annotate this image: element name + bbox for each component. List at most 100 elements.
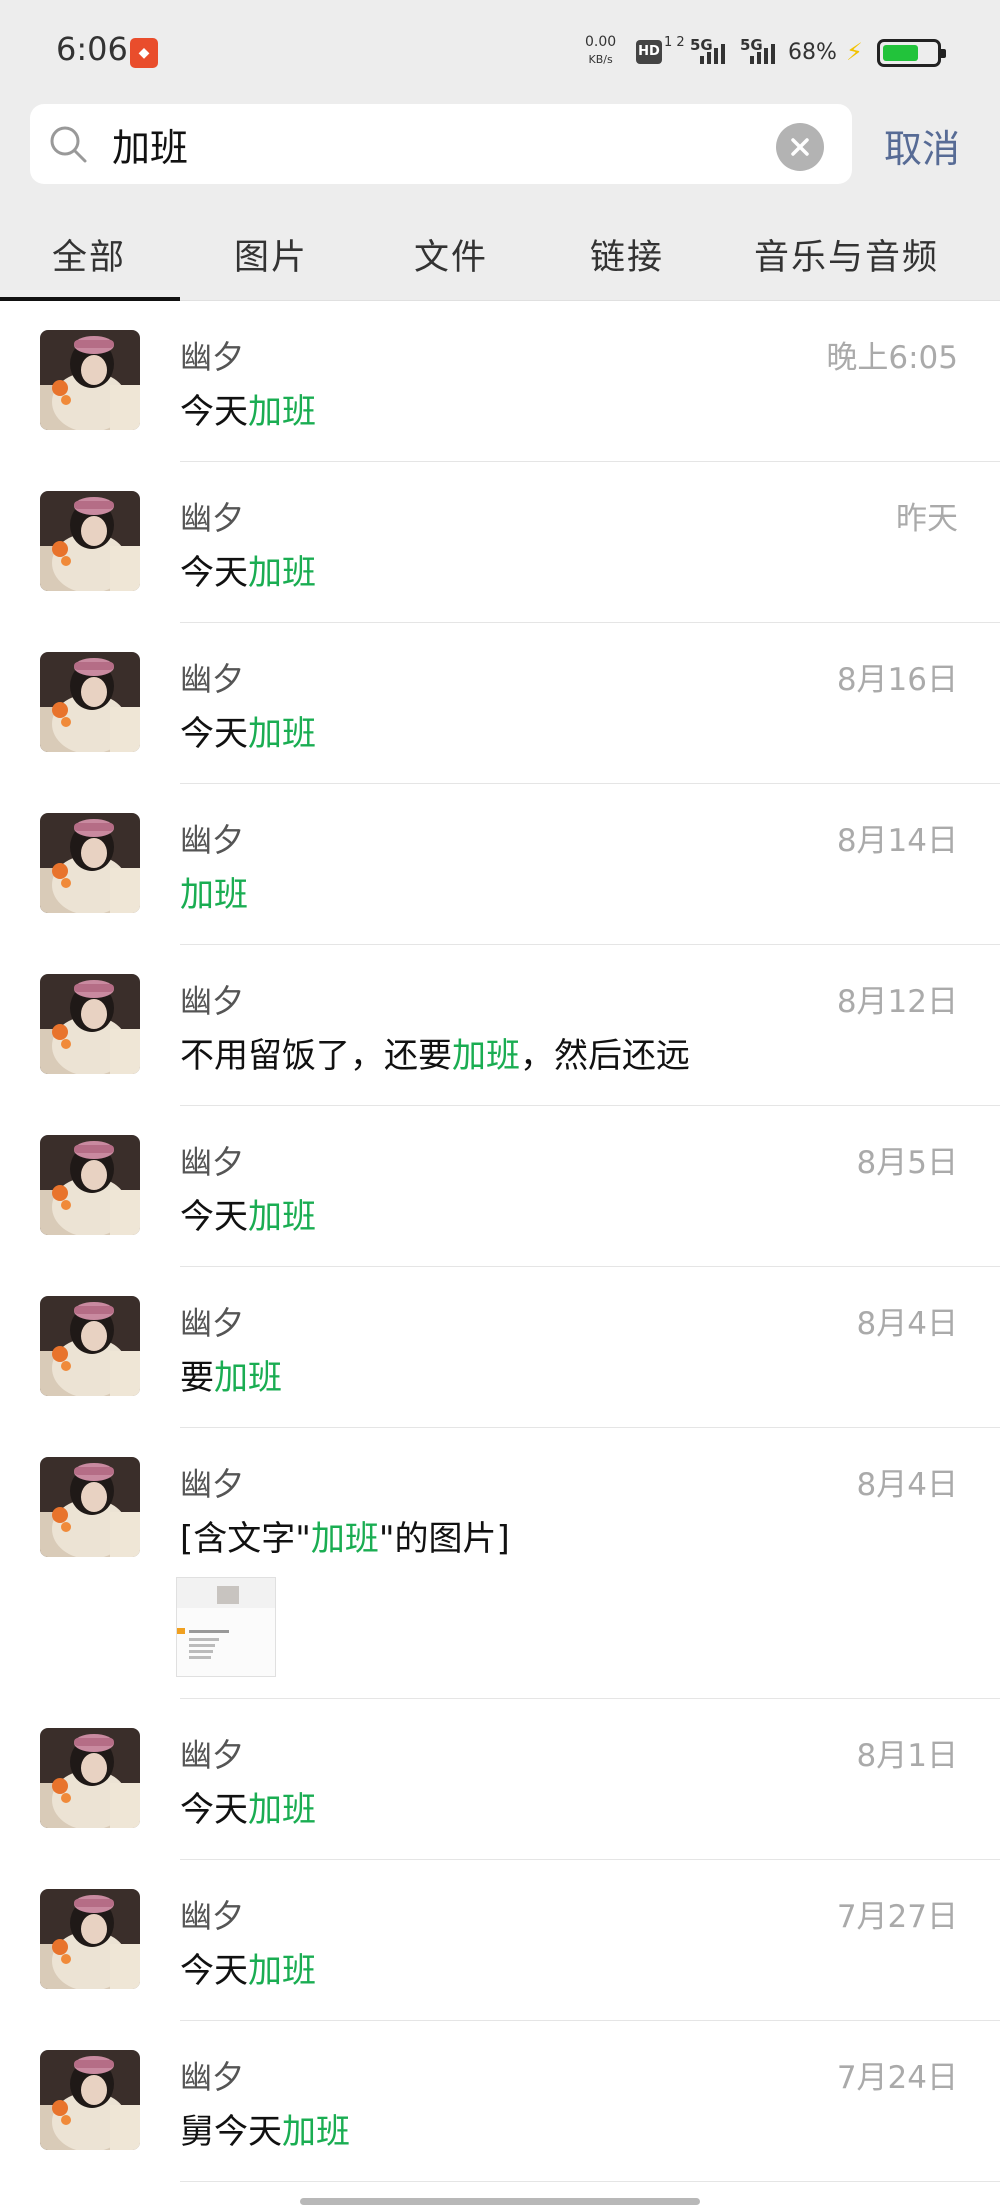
app-notification-icon: ◆ (130, 38, 158, 68)
snippet-text-before: 今天 (180, 553, 248, 593)
message-snippet: 今天加班 (180, 1189, 316, 1238)
tab-all[interactable]: 全部 (52, 229, 126, 280)
message-snippet: 今天加班 (180, 384, 316, 433)
avatar[interactable] (40, 813, 140, 913)
snippet-text-after: "的图片] (378, 1519, 510, 1559)
avatar[interactable] (40, 330, 140, 430)
signal-sim2-icon: 5G (740, 36, 790, 68)
result-row[interactable]: 幽夕 8月4日 [含文字"加班"的图片] (0, 1428, 1000, 1699)
snippet-text-before: 今天 (180, 714, 248, 754)
snippet-keyword-highlight: 加班 (248, 714, 316, 754)
row-divider (180, 2181, 1000, 2182)
network-speed-value: 0.00 (585, 34, 617, 50)
battery-level-fill (883, 45, 918, 61)
avatar[interactable] (40, 2050, 140, 2150)
cancel-button[interactable]: 取消 (884, 118, 960, 173)
message-snippet: 今天加班 (180, 545, 316, 594)
sender-name: 幽夕 (180, 821, 245, 859)
message-date: 7月27日 (836, 1899, 958, 1935)
message-snippet: 今天加班 (180, 1782, 316, 1831)
snippet-text-before: 要 (180, 1358, 214, 1398)
avatar[interactable] (40, 1728, 140, 1828)
result-row[interactable]: 幽夕 8月12日不用留饭了，还要加班，然后还远 (0, 945, 1000, 1106)
result-row[interactable]: 幽夕 晚上6:05 今天加班 (0, 301, 1000, 462)
close-icon (791, 138, 809, 156)
tab-music-audio[interactable]: 音乐与音频 (754, 229, 939, 280)
home-indicator[interactable] (300, 2198, 700, 2205)
result-row[interactable]: 幽夕 8月4日要加班 (0, 1267, 1000, 1428)
snippet-keyword-highlight: 加班 (180, 875, 248, 915)
avatar[interactable] (40, 1457, 140, 1557)
snippet-keyword-highlight: 加班 (248, 392, 316, 432)
search-bar-area: 取消 (0, 98, 1000, 203)
hd-voice-icon: HD (636, 40, 662, 64)
sender-name: 幽夕 (180, 1897, 245, 1935)
message-snippet: 不用留饭了，还要加班，然后还远 (180, 1028, 690, 1077)
snippet-text-before: 今天 (180, 392, 248, 432)
sender-name: 幽夕 (180, 982, 245, 1020)
snippet-text-before: 舅今天 (180, 2112, 282, 2152)
sender-name: 幽夕 (180, 338, 245, 376)
avatar[interactable] (40, 1296, 140, 1396)
search-input[interactable] (112, 118, 772, 170)
avatar[interactable] (40, 974, 140, 1074)
message-snippet: 今天加班 (180, 706, 316, 755)
message-date: 8月16日 (836, 662, 958, 698)
hd-sim-indicator: 1 2 (664, 35, 685, 50)
clear-search-button[interactable] (776, 123, 824, 171)
search-results-list: 幽夕晚上6:05今天加班 幽夕昨天今天加班 幽夕8月16日今天加班 (0, 301, 1000, 2182)
message-snippet: 今天加班 (180, 1943, 316, 1992)
status-bar: 6:06 ◆ 0.00 KB/s HD 1 2 5G 5G 68% ⚡ (0, 0, 1000, 98)
message-date: 7月24日 (836, 2060, 958, 2096)
snippet-keyword-highlight: 加班 (248, 1790, 316, 1830)
sender-name: 幽夕 (180, 2058, 245, 2096)
snippet-keyword-highlight: 加班 (282, 2112, 350, 2152)
sender-name: 幽夕 (180, 1304, 245, 1342)
search-box[interactable] (30, 104, 852, 184)
snippet-text-before: 今天 (180, 1197, 248, 1237)
sender-name: 幽夕 (180, 1736, 245, 1774)
result-row[interactable]: 幽夕 7月24日舅今天加班 (0, 2021, 1000, 2182)
filter-tabs: 全部 图片 文件 链接 音乐与音频 (0, 203, 1000, 301)
message-date: 昨天 (896, 501, 958, 537)
status-time: 6:06 (56, 30, 128, 68)
message-date: 8月4日 (856, 1306, 958, 1342)
snippet-keyword-highlight: 加班 (248, 553, 316, 593)
result-row[interactable]: 幽夕 8月14日 加班 (0, 784, 1000, 945)
avatar[interactable] (40, 1135, 140, 1235)
message-snippet: [含文字"加班"的图片] (180, 1511, 510, 1560)
charging-icon: ⚡ (846, 38, 863, 66)
message-date: 8月4日 (856, 1467, 958, 1503)
result-row[interactable]: 幽夕 7月27日今天加班 (0, 1860, 1000, 2021)
network-speed: 0.00 KB/s (585, 34, 616, 68)
battery-percentage: 68% (788, 40, 837, 65)
search-icon (50, 126, 87, 163)
battery-icon (877, 39, 946, 67)
result-row[interactable]: 幽夕 8月5日今天加班 (0, 1106, 1000, 1267)
snippet-keyword-highlight: 加班 (248, 1951, 316, 1991)
avatar[interactable] (40, 652, 140, 752)
snippet-text-before: [含文字" (180, 1519, 311, 1559)
image-thumbnail[interactable] (176, 1577, 276, 1677)
snippet-text-after: ，然后还远 (520, 1036, 690, 1076)
signal-sim1-icon: 5G (690, 36, 740, 68)
avatar[interactable] (40, 1889, 140, 1989)
tab-links[interactable]: 链接 (590, 229, 664, 280)
network-speed-unit: KB/s (588, 53, 613, 66)
message-snippet: 要加班 (180, 1350, 282, 1399)
tab-files[interactable]: 文件 (414, 229, 488, 280)
snippet-keyword-highlight: 加班 (248, 1197, 316, 1237)
message-date: 晚上6:05 (826, 340, 958, 376)
sender-name: 幽夕 (180, 1143, 245, 1181)
result-row[interactable]: 幽夕 昨天 今天加班 (0, 462, 1000, 623)
tab-images[interactable]: 图片 (234, 229, 308, 280)
avatar[interactable] (40, 491, 140, 591)
result-row[interactable]: 幽夕 8月16日 今天加班 (0, 623, 1000, 784)
message-date: 8月12日 (836, 984, 958, 1020)
result-row[interactable]: 幽夕 8月1日 今天加班 (0, 1699, 1000, 1860)
message-snippet: 舅今天加班 (180, 2104, 350, 2153)
snippet-keyword-highlight: 加班 (452, 1036, 520, 1076)
message-date: 8月5日 (856, 1145, 958, 1181)
snippet-text-before: 不用留饭了，还要 (180, 1036, 452, 1076)
snippet-keyword-highlight: 加班 (214, 1358, 282, 1398)
